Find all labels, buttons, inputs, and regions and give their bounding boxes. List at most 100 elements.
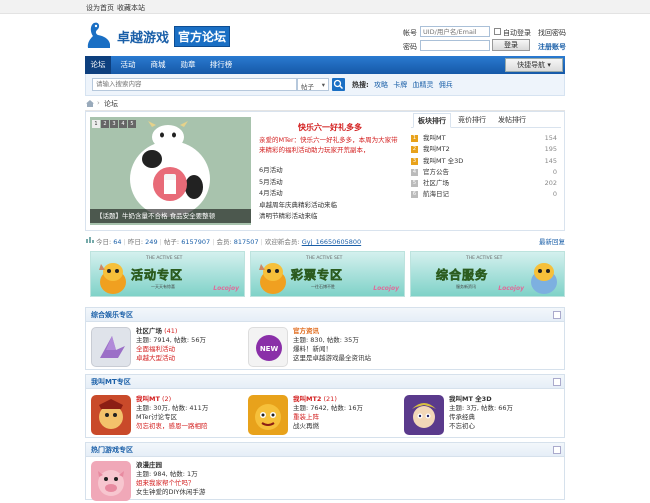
forum-icon[interactable]	[91, 395, 131, 435]
home-icon[interactable]	[86, 100, 94, 107]
nav-item-activity[interactable]: 活动	[115, 56, 141, 74]
news-item[interactable]: 6月活动	[259, 165, 337, 177]
rank-row[interactable]: 2 我叫MT2 195	[411, 144, 561, 155]
hot-term[interactable]: 血精灵	[413, 81, 434, 89]
collapse-icon[interactable]	[553, 311, 561, 319]
forum-entry: 浪漫庄园 主题: 984, 帖数: 1万 姐来我家帮个忙吗？ 女生钟爱的DIY休…	[136, 461, 205, 497]
game-mt-icon	[99, 399, 123, 429]
nav-item-ranking[interactable]: 排行榜	[205, 56, 237, 74]
forum-stats: 主题: 3万, 帖数: 66万	[449, 404, 514, 412]
forum-name[interactable]: 官方资讯	[293, 327, 319, 335]
rank-count: 202	[544, 179, 557, 188]
forum-entry: 我叫MT 全3D 主题: 3万, 帖数: 66万 传承经典 不忘初心	[449, 395, 513, 431]
game-farm-icon	[98, 470, 124, 496]
news-item[interactable]: 4月活动	[259, 188, 337, 200]
search-input[interactable]	[92, 78, 297, 91]
news-description: 亲爱的MTer：快乐六一好礼多多，本周为大家带来精彩的福利活动助力玩家开荒副本，	[259, 136, 398, 154]
account-label: 帐号	[403, 29, 417, 37]
banner-row: THE ACTIVE SET 活动专区 一天天有惊喜 Locojoy THE A…	[85, 251, 565, 299]
section-header[interactable]: 热门游戏专区	[85, 442, 565, 457]
tab-bid-rank[interactable]: 竞价排行	[453, 113, 491, 128]
forum-desc: MTer讨论专区	[136, 413, 178, 421]
banner-activity[interactable]: THE ACTIVE SET 活动专区 一天天有惊喜 Locojoy	[90, 251, 245, 297]
search-button[interactable]	[332, 78, 345, 91]
forum-icon[interactable]	[91, 461, 131, 501]
account-input[interactable]	[420, 26, 490, 37]
slide-dot[interactable]: 3	[110, 120, 118, 128]
hot-term[interactable]: 攻略	[374, 81, 388, 89]
forum-name[interactable]: 浪漫庄园	[136, 461, 162, 469]
forum-name[interactable]: 我叫MT2	[293, 395, 321, 403]
forum-entry: 官方资讯 主题: 830, 帖数: 35万 爆料！新闻！ 这里是卓越游戏最全资讯…	[293, 327, 371, 363]
nav-item-medals[interactable]: 勋章	[175, 56, 201, 74]
forum-stats: 主题: 830, 帖数: 35万	[293, 336, 359, 344]
forum-icon[interactable]	[248, 395, 288, 435]
section-header[interactable]: 我叫MT专区	[85, 374, 565, 389]
forum-entry: 我叫MT2 (21) 主题: 7642, 帖数: 16万 重装上阵 战火再燃	[293, 395, 363, 431]
banner-logo: Locojoy	[498, 285, 524, 292]
news-item[interactable]: 清明节精彩活动来临	[259, 211, 337, 223]
news-item[interactable]: 5月活动	[259, 177, 337, 189]
tab-board-rank[interactable]: 板块排行	[413, 113, 451, 128]
rank-row[interactable]: 4 官方公告 0	[411, 167, 561, 178]
rank-name: 航海日记	[423, 190, 449, 199]
collapse-icon[interactable]	[553, 446, 561, 454]
nav-item-forum[interactable]: 论坛	[85, 56, 111, 74]
find-password-link[interactable]: 找回密码	[538, 28, 566, 38]
new-badge-icon: NEW	[256, 335, 282, 361]
rank-row[interactable]: 6 航海日记 0	[411, 189, 561, 200]
login-button[interactable]: 登录	[492, 39, 530, 51]
nav-item-mall[interactable]: 商城	[145, 56, 171, 74]
rank-row[interactable]: 3 我叫MT 全3D 145	[411, 156, 561, 167]
section-title: 我叫MT专区	[91, 378, 131, 386]
hot-term[interactable]: 佣兵	[439, 81, 453, 89]
news-list: 6月活动 5月活动 4月活动 卓越周年庆典精彩活动来临 清明节精彩活动来临	[259, 165, 337, 223]
forum-desc: 女生钟爱的DIY休闲手游	[136, 488, 206, 496]
forum-desc: 卓越大型活动	[136, 354, 175, 362]
logo-icon[interactable]	[86, 21, 112, 49]
logo-badge[interactable]: 官方论坛	[174, 26, 231, 47]
tab-post-rank[interactable]: 发帖排行	[493, 113, 531, 128]
banner-service[interactable]: THE ACTIVE SET 综合服务 服务新资讯 Locojoy	[410, 251, 565, 297]
forum-icon[interactable]	[404, 395, 444, 435]
slide-dot[interactable]: 5	[128, 120, 136, 128]
origami-bird-icon	[100, 336, 125, 358]
slide-dot[interactable]: 2	[101, 120, 109, 128]
banner-lottery[interactable]: THE ACTIVE SET 彩票专区 一往石博不胜 Locojoy	[250, 251, 405, 297]
collapse-icon[interactable]	[553, 378, 561, 386]
news-item[interactable]: 卓越周年庆典精彩活动来临	[259, 200, 337, 212]
rank-count: 0	[552, 190, 557, 199]
auto-login-checkbox[interactable]	[494, 28, 501, 35]
search-scope-select[interactable]: 帖子 ▾	[297, 78, 329, 91]
forum-entry: 我叫MT (2) 主题: 30万, 帖数: 411万 MTer讨论专区 勿忘初衷…	[136, 395, 208, 431]
register-link[interactable]: 注册账号	[538, 42, 566, 52]
forum-name[interactable]: 我叫MT	[136, 395, 160, 403]
breadcrumb-current[interactable]: 论坛	[104, 99, 118, 109]
latest-reply-link[interactable]: 最新回复	[539, 236, 565, 246]
bookmark-link[interactable]: 收藏本站	[117, 3, 145, 13]
posts-label: 帖子:	[163, 238, 180, 246]
rank-name: 社区广场	[423, 179, 449, 188]
forum-desc: 这里是卓越游戏最全资讯站	[293, 354, 371, 362]
password-label: 密码	[403, 43, 417, 51]
set-home-link[interactable]: 设为首页	[86, 3, 114, 13]
logo-text[interactable]: 卓越游戏	[117, 27, 169, 46]
rank-row[interactable]: 5 社区广场 202	[411, 178, 561, 189]
slide-dot[interactable]: 4	[119, 120, 127, 128]
forum-name[interactable]: 社区广场	[136, 327, 162, 335]
password-input[interactable]	[420, 40, 490, 51]
slideshow-caption[interactable]: 【话题】牛奶含量不合格 食品安全要整顿	[90, 209, 251, 223]
section-header[interactable]: 综合娱乐专区	[85, 307, 565, 322]
rank-number: 4	[411, 168, 418, 176]
hot-term[interactable]: 卡牌	[393, 81, 407, 89]
slide-dot[interactable]: 1	[92, 120, 100, 128]
new-member-link[interactable]: Gyj_16650605800	[302, 238, 361, 246]
forum-icon[interactable]: NEW	[248, 327, 288, 367]
quick-nav-button[interactable]: 快捷导航 ▾	[505, 58, 563, 72]
forum-name[interactable]: 我叫MT 全3D	[449, 395, 492, 403]
rank-row[interactable]: 1 我叫MT 154	[411, 133, 561, 144]
news-headline[interactable]: 快乐六一好礼多多	[255, 122, 405, 133]
banner-title: 活动专区	[131, 268, 184, 283]
rank-number: 5	[411, 180, 418, 188]
forum-icon[interactable]	[91, 327, 131, 367]
